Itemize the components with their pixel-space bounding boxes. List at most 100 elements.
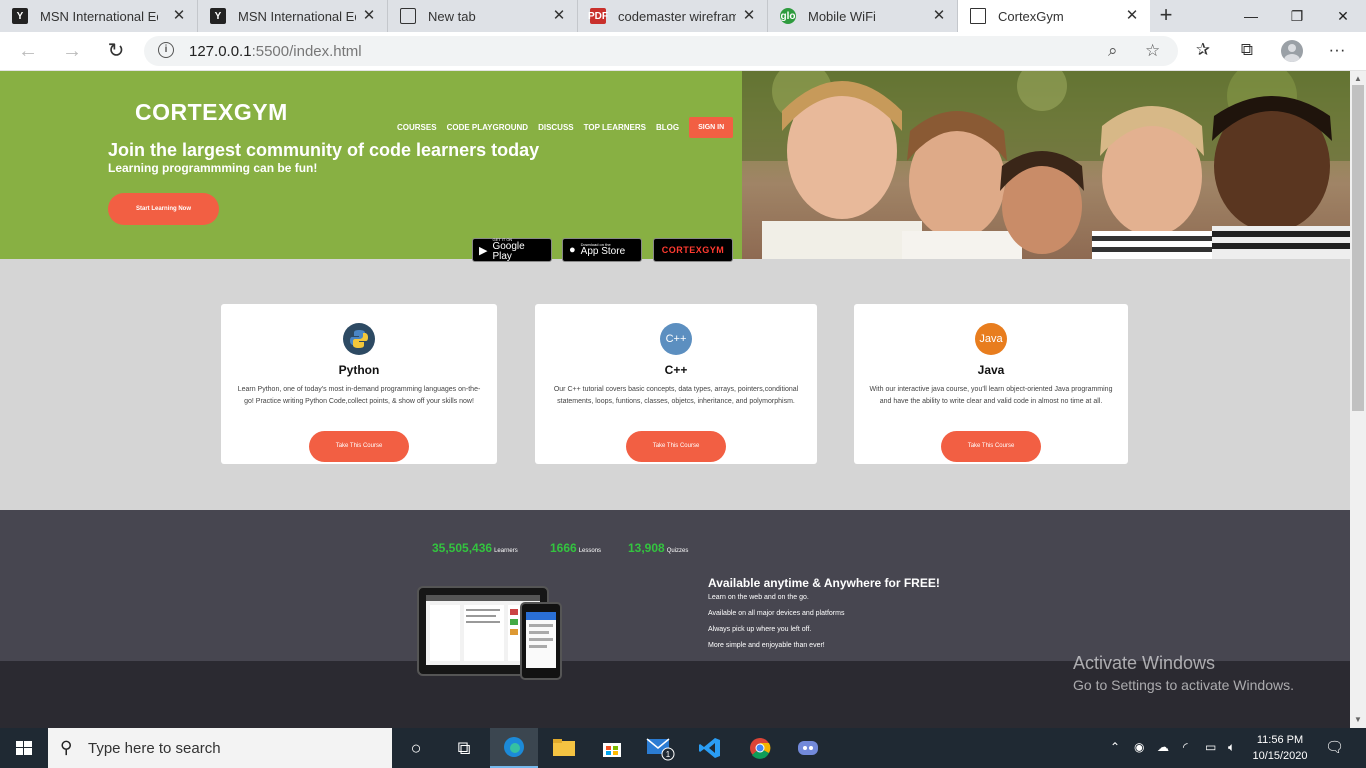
hero-section: CORTEXGYM COURSES CODE PLAYGROUND DISCUS… — [0, 71, 742, 259]
take-course-button[interactable]: Take This Course — [941, 431, 1041, 462]
page-icon — [970, 8, 986, 24]
site-logo[interactable]: CORTEXGYM — [135, 99, 288, 126]
nav-blog[interactable]: BLOG — [656, 123, 679, 132]
browser-tab[interactable]: New tab ✕ — [388, 0, 578, 32]
activate-windows-title: Activate Windows — [1073, 653, 1216, 673]
tray-chevron-icon[interactable]: ⌃ — [1110, 740, 1120, 754]
new-tab-button[interactable]: + — [1150, 0, 1182, 32]
onedrive-icon[interactable]: ☁ — [1157, 740, 1169, 754]
app-store-badge[interactable]: ● Download on the App Store — [562, 238, 642, 262]
sign-in-button[interactable]: SIGN IN — [689, 117, 734, 138]
browser-tab-active[interactable]: CortexGym ✕ — [958, 0, 1150, 32]
browser-tab[interactable]: Y MSN International Editi ✕ — [198, 0, 388, 32]
notifications-icon[interactable]: 🗨︎ — [1325, 738, 1344, 756]
favorite-star-icon[interactable]: ☆ — [1145, 41, 1160, 61]
taskbar-search[interactable]: ⚲ Type here to search — [48, 728, 392, 768]
minimize-icon[interactable]: — — [1228, 0, 1274, 32]
collections-icon[interactable]: ⧉ — [1235, 40, 1259, 60]
mail-icon[interactable]: 1 — [636, 728, 684, 768]
close-tab-icon[interactable]: ✕ — [171, 8, 187, 24]
more-menu-icon[interactable]: ··· — [1325, 40, 1349, 60]
close-tab-icon[interactable]: ✕ — [741, 8, 757, 24]
tab-title: MSN International Editi — [40, 8, 158, 24]
scroll-up-icon[interactable]: ▲ — [1354, 74, 1362, 83]
page-scrollbar[interactable]: ▲ ▼ — [1350, 71, 1366, 728]
course-card-python: Python Learn Python, one of today's most… — [221, 304, 497, 464]
browser-tab[interactable]: glo Mobile WiFi ✕ — [768, 0, 958, 32]
vscode-icon[interactable] — [686, 728, 734, 768]
scroll-down-icon[interactable]: ▼ — [1354, 715, 1362, 724]
start-button[interactable] — [0, 728, 48, 768]
profile-avatar[interactable] — [1281, 40, 1303, 62]
browser-tab[interactable]: PDF codemaster wireframe4 ✕ — [578, 0, 768, 32]
tab-title: New tab — [428, 8, 476, 24]
windows-taskbar: ⚲ Type here to search ○ ⧉ 1 ⌃ ◉ ☁ ◜ ▭ 🔈︎… — [0, 728, 1366, 768]
take-course-button[interactable]: Take This Course — [309, 431, 409, 462]
take-course-button[interactable]: Take This Course — [626, 431, 726, 462]
clock-time: 11:56 PM — [1256, 734, 1304, 746]
search-icon: ⚲ — [60, 738, 73, 757]
feature-title: Available anytime & Anywhere for FREE! — [708, 576, 940, 590]
network-icon[interactable]: ◜ — [1183, 740, 1188, 754]
feature-line: More simple and enjoyable than ever! — [708, 642, 825, 649]
back-icon[interactable]: ← — [14, 38, 42, 66]
course-card-java: Java Java With our interactive java cour… — [854, 304, 1128, 464]
tab-title: CortexGym — [998, 8, 1064, 24]
battery-icon[interactable]: ▭ — [1205, 740, 1216, 754]
url-field[interactable]: i 127.0.0.1:5500/index.html ⌕ ☆ — [144, 36, 1178, 66]
cortexgym-badge[interactable]: CORTEXGYM — [653, 238, 733, 262]
nav-code-playground[interactable]: CODE PLAYGROUND — [447, 123, 529, 132]
refresh-icon[interactable]: ↻ — [102, 38, 130, 66]
cortana-icon[interactable]: ○ — [392, 728, 440, 768]
browser-tab[interactable]: Y MSN International Editi ✕ — [0, 0, 198, 32]
file-explorer-icon[interactable] — [540, 728, 588, 768]
mail-badge: 1 — [666, 750, 671, 759]
nav-top-learners[interactable]: TOP LEARNERS — [584, 123, 646, 132]
volume-icon[interactable]: 🔈︎ — [1228, 740, 1235, 755]
close-tab-icon[interactable]: ✕ — [931, 8, 947, 24]
hero-title: Join the largest community of code learn… — [108, 140, 540, 160]
edge-icon[interactable] — [490, 728, 538, 768]
close-tab-icon[interactable]: ✕ — [551, 8, 567, 24]
tab-title: Mobile WiFi — [808, 8, 876, 24]
tray-record-icon[interactable]: ◉ — [1134, 740, 1144, 754]
stat-lessons: 1666 Lessons — [550, 541, 602, 555]
browser-tab-bar: Y MSN International Editi ✕ Y MSN Intern… — [0, 0, 1366, 32]
python-icon — [343, 323, 375, 355]
taskbar-clock[interactable]: 11:56 PM 10/15/2020 — [1252, 732, 1308, 764]
msn-icon: Y — [210, 8, 226, 24]
forward-icon[interactable]: → — [58, 38, 86, 66]
search-placeholder: Type here to search — [88, 740, 221, 757]
store-icon[interactable] — [588, 728, 636, 768]
tab-title: codemaster wireframe4 — [618, 8, 736, 24]
top-navigation: COURSES CODE PLAYGROUND DISCUSS TOP LEAR… — [397, 117, 734, 138]
chrome-icon[interactable] — [736, 728, 784, 768]
google-play-badge[interactable]: ▶ GET IT ON Google Play — [472, 238, 552, 262]
course-description: Learn Python, one of today's most in-dem… — [237, 386, 481, 405]
hero-subtitle: Learning programmming can be fun! — [108, 161, 318, 175]
start-learning-button[interactable]: Start Learning Now — [108, 193, 219, 225]
feature-line: Always pick up where you left off. — [708, 626, 812, 633]
nav-courses[interactable]: COURSES — [397, 123, 437, 132]
close-tab-icon[interactable]: ✕ — [361, 8, 377, 24]
wifi-icon: glo — [780, 8, 796, 24]
close-window-icon[interactable]: ✕ — [1320, 0, 1366, 32]
restore-icon[interactable]: ❐ — [1274, 0, 1320, 32]
favorites-icon[interactable]: ✰ — [1191, 40, 1215, 60]
course-description: Our C++ tutorial covers basic concepts, … — [553, 386, 799, 405]
scrollbar-thumb[interactable] — [1352, 85, 1364, 411]
stat-learners: 35,505,436 Learners — [432, 541, 518, 555]
url-text: 127.0.0.1:5500/index.html — [189, 43, 362, 60]
page-viewport: CORTEXGYM COURSES CODE PLAYGROUND DISCUS… — [0, 71, 1350, 728]
cpp-icon: C++ — [660, 323, 692, 355]
info-icon[interactable]: i — [158, 42, 174, 58]
apple-icon: ● — [569, 244, 576, 256]
discord-icon[interactable] — [784, 728, 832, 768]
zoom-icon[interactable]: ⌕ — [1108, 41, 1118, 61]
stats-section: 35,505,436 Learners 1666 Lessons 13,908 Qui… — [0, 510, 1350, 661]
task-view-icon[interactable]: ⧉ — [440, 728, 488, 768]
clock-date: 10/15/2020 — [1252, 750, 1308, 762]
course-title: C++ — [664, 363, 688, 377]
close-tab-icon[interactable]: ✕ — [1124, 8, 1140, 24]
nav-discuss[interactable]: DISCUSS — [538, 123, 574, 132]
